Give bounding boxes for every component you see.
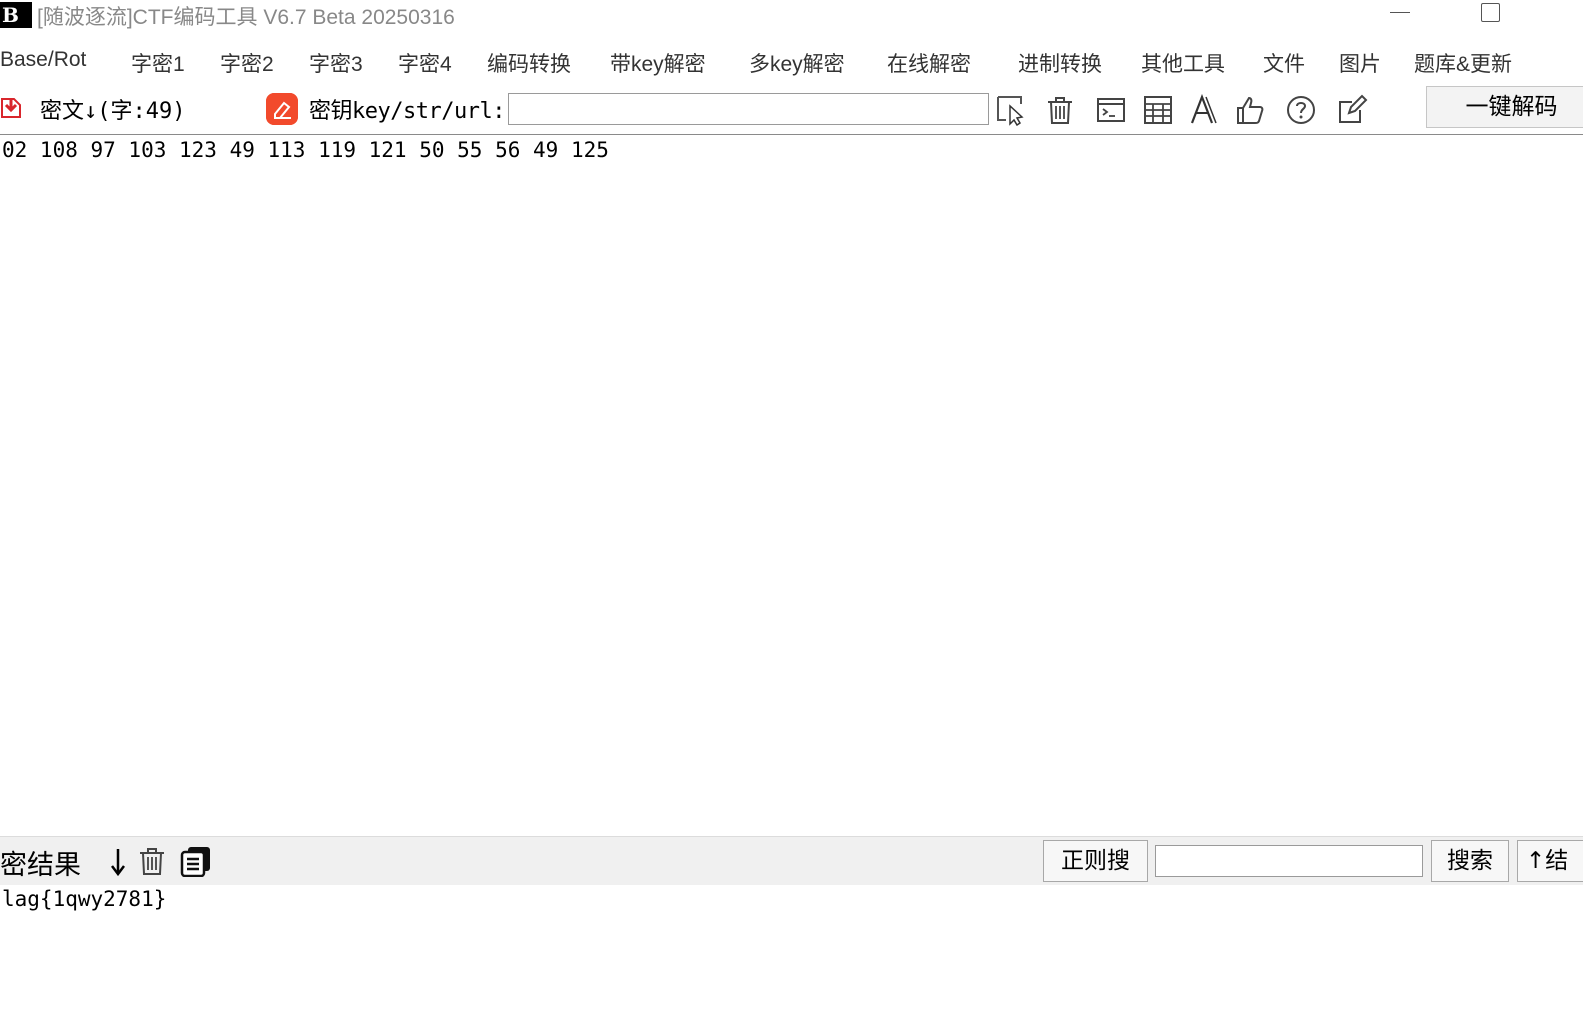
key-label: 密钥key/str/url: — [309, 99, 505, 124]
key-input[interactable] — [508, 93, 989, 125]
toolbar: 密文↓(字:49) 密钥key/str/url: 一键解码 — [0, 82, 1583, 135]
window-title: [随波逐流]CTF编码工具 V6.7 Beta 20250316 — [37, 6, 455, 29]
cipher-label: 密文↓(字:49) — [40, 99, 186, 124]
menu-key-decrypt[interactable]: 带key解密 — [610, 48, 706, 78]
pointer-icon[interactable] — [995, 94, 1027, 126]
search-input[interactable] — [1155, 845, 1423, 877]
menu-bar: Base/Rot 字密1 字密2 字密3 字密4 编码转换 带key解密 多ke… — [0, 44, 1583, 80]
maximize-button[interactable] — [1470, 0, 1510, 30]
result-textarea[interactable]: lag{1qwy2781} — [0, 885, 1583, 1029]
help-icon[interactable] — [1285, 94, 1317, 126]
cipher-import-icon[interactable] — [0, 96, 22, 120]
app-logo-text: B — [2, 3, 19, 27]
result-text: lag{1qwy2781} — [2, 887, 167, 911]
cipher-textarea[interactable]: 02 108 97 103 123 49 113 119 121 50 55 5… — [0, 136, 1583, 836]
thumbs-up-icon[interactable] — [1234, 94, 1266, 126]
title-bar: B [随波逐流]CTF编码工具 V6.7 Beta 20250316 — [0, 0, 1583, 32]
menu-questions-update[interactable]: 题库&更新 — [1414, 48, 1512, 78]
trash-icon[interactable] — [1044, 94, 1076, 126]
calculator-icon[interactable] — [1142, 94, 1174, 126]
menu-other-tools[interactable]: 其他工具 — [1141, 48, 1225, 78]
menu-online-decrypt[interactable]: 在线解密 — [887, 48, 971, 78]
menu-zimi1[interactable]: 字密1 — [131, 48, 185, 78]
menu-zimi3[interactable]: 字密3 — [309, 48, 363, 78]
key-eraser-icon[interactable] — [266, 93, 298, 125]
menu-multikey-decrypt[interactable]: 多key解密 — [749, 48, 845, 78]
menu-file[interactable]: 文件 — [1263, 48, 1305, 78]
terminal-icon[interactable] — [1095, 94, 1127, 126]
result-label: 解密结果 — [0, 850, 81, 881]
menu-zimi2[interactable]: 字密2 — [220, 48, 274, 78]
menu-base-rot[interactable]: Base/Rot — [0, 48, 86, 72]
minimize-button[interactable] — [1380, 0, 1420, 30]
regex-search-button[interactable]: 正则搜 — [1043, 840, 1148, 882]
font-icon[interactable] — [1188, 94, 1220, 126]
cipher-text: 02 108 97 103 123 49 113 119 121 50 55 5… — [2, 138, 609, 162]
menu-base-convert[interactable]: 进制转换 — [1018, 48, 1102, 78]
arrow-down-icon — [111, 849, 125, 877]
result-to-cipher-button[interactable]: ↑结 — [1517, 840, 1583, 882]
menu-image[interactable]: 图片 — [1339, 48, 1381, 78]
menu-zimi4[interactable]: 字密4 — [398, 48, 452, 78]
edit-icon[interactable] — [1336, 94, 1368, 126]
one-click-decode-button[interactable]: 一键解码 — [1426, 86, 1583, 128]
search-button[interactable]: 搜索 — [1431, 840, 1509, 882]
result-trash-icon[interactable] — [136, 845, 168, 877]
app-logo: B — [0, 2, 32, 28]
result-bar: 解密结果 正则搜 搜索 ↑结 — [0, 836, 1583, 886]
menu-encoding-convert[interactable]: 编码转换 — [487, 48, 571, 78]
copy-icon[interactable] — [180, 845, 212, 877]
